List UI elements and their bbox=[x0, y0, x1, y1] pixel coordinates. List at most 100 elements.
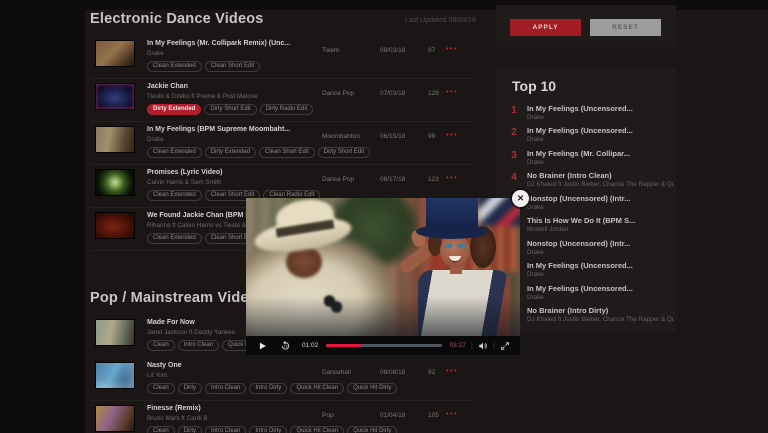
video-date: 06/17/18 bbox=[380, 176, 405, 183]
top10-video-artist: Drake bbox=[527, 136, 674, 143]
video-artist: Bruno Mars ft Cardi B bbox=[147, 415, 332, 422]
top10-item[interactable]: 1 In My Feelings (Uncensored... Drake bbox=[496, 104, 676, 126]
top10-video-title: In My Feelings (Uncensored... bbox=[527, 284, 674, 293]
video-title[interactable]: Nasty One bbox=[147, 362, 332, 369]
apply-button[interactable]: APPLY bbox=[510, 19, 581, 36]
video-date: 08/03/18 bbox=[380, 47, 405, 54]
version-pill[interactable]: Intro Clean bbox=[178, 340, 219, 351]
video-thumbnail[interactable] bbox=[95, 126, 135, 153]
last-updated-label: Last Updated 08/03/18 bbox=[405, 17, 476, 24]
top10-item[interactable]: 9 In My Feelings (Uncensored... Drake bbox=[496, 284, 676, 306]
section-title-pop: Pop / Mainstream Videos bbox=[90, 290, 266, 306]
top10-video-artist: Drake bbox=[527, 114, 674, 121]
video-thumbnail[interactable] bbox=[95, 319, 135, 346]
version-pill-selected[interactable]: Dirty Extended bbox=[147, 104, 201, 115]
top10-video-title: Nonstop (Uncensored) (Intr... bbox=[527, 239, 674, 248]
video-player-overlay: 10 01:02 03:27 | | ✕ bbox=[246, 198, 520, 355]
row-menu-button[interactable]: ••• bbox=[446, 175, 458, 182]
video-thumbnail[interactable] bbox=[95, 405, 135, 432]
video-row: In My Feelings (BPM Supreme Moombaht... … bbox=[90, 122, 472, 165]
video-row: Nasty One Lil' Kim Clean Dirty Intro Cle… bbox=[90, 358, 472, 401]
top10-item[interactable]: 10 No Brainer (Intro Dirty) DJ Khaled ft… bbox=[496, 306, 676, 328]
video-genre: Dance Pop bbox=[322, 90, 354, 97]
video-title[interactable]: Promises (Lyric Video) bbox=[147, 169, 332, 176]
top10-item[interactable]: 7 Nonstop (Uncensored) (Intr... Drake bbox=[496, 239, 676, 261]
progress-bar[interactable] bbox=[326, 344, 441, 347]
version-pill[interactable]: Dirty Short Edit bbox=[318, 147, 370, 158]
video-date: 06/15/18 bbox=[380, 133, 405, 140]
top10-video-artist: Drake bbox=[527, 204, 674, 211]
version-pill[interactable]: Intro Clean bbox=[205, 383, 246, 394]
video-artist: Calvin Harris & Sam Smith bbox=[147, 179, 332, 186]
video-count: 128 bbox=[428, 90, 439, 97]
video-thumbnail[interactable] bbox=[95, 362, 135, 389]
row-menu-button[interactable]: ••• bbox=[446, 411, 458, 418]
svg-text:10: 10 bbox=[284, 345, 288, 349]
version-pill[interactable]: Clean bbox=[147, 340, 175, 351]
version-pill[interactable]: Quick Hit Dirty bbox=[347, 426, 397, 433]
top10-heading: Top 10 bbox=[512, 78, 556, 94]
version-pill[interactable]: Dirty Extended bbox=[205, 147, 256, 158]
version-pill[interactable]: Intro Clean bbox=[205, 426, 246, 433]
version-pill[interactable]: Quick Hit Clean bbox=[290, 383, 344, 394]
top10-video-artist: DJ Khaled ft Justin Bieber, Chance The R… bbox=[527, 181, 674, 188]
version-pill[interactable]: Intro Dirty bbox=[249, 383, 287, 394]
top10-video-artist: Montell Jordan bbox=[527, 226, 674, 233]
video-thumbnail[interactable] bbox=[95, 40, 135, 67]
play-button[interactable] bbox=[258, 341, 267, 351]
video-genre: Moombahton bbox=[322, 133, 360, 140]
top10-video-title: No Brainer (Intro Clean) bbox=[527, 171, 674, 180]
video-artist: Lil' Kim bbox=[147, 372, 332, 379]
version-pill[interactable]: Quick Hit Clean bbox=[290, 426, 344, 433]
version-pill[interactable]: Dirty Short Edit bbox=[204, 104, 256, 115]
video-thumbnail[interactable] bbox=[95, 169, 135, 196]
fullscreen-icon[interactable] bbox=[500, 341, 510, 351]
video-artist: Drake bbox=[147, 50, 332, 57]
row-menu-button[interactable]: ••• bbox=[446, 89, 458, 96]
video-row: In My Feelings (Mr. Collipark Remix) (Un… bbox=[90, 36, 472, 79]
volume-icon[interactable] bbox=[478, 341, 488, 351]
version-pill[interactable]: Intro Dirty bbox=[249, 426, 287, 433]
top10-video-title: In My Feelings (Uncensored... bbox=[527, 126, 674, 135]
row-menu-button[interactable]: ••• bbox=[446, 368, 458, 375]
top10-item[interactable]: 3 In My Feelings (Mr. Collipar... Drake bbox=[496, 149, 676, 171]
version-pill[interactable]: Clean Short Edit bbox=[205, 61, 261, 72]
total-duration: 03:27 bbox=[450, 342, 466, 349]
version-pill[interactable]: Dirty Radio Edit bbox=[260, 104, 314, 115]
version-pill[interactable]: Clean bbox=[147, 383, 175, 394]
version-pill[interactable]: Quick Hit Dirty bbox=[347, 383, 397, 394]
version-pill[interactable]: Clean Short Edit bbox=[259, 147, 315, 158]
ground-shadow-art bbox=[246, 296, 520, 336]
janet-face-art bbox=[440, 234, 470, 268]
top10-item[interactable]: 8 In My Feelings (Uncensored... Drake bbox=[496, 261, 676, 283]
section-title-electronic: Electronic Dance Videos bbox=[90, 11, 264, 27]
video-thumbnail[interactable] bbox=[95, 212, 135, 239]
row-menu-button[interactable]: ••• bbox=[446, 132, 458, 139]
video-title[interactable]: In My Feelings (BPM Supreme Moombaht... bbox=[147, 126, 332, 133]
version-pill[interactable]: Clean Extended bbox=[147, 233, 202, 244]
version-pill[interactable]: Dirty bbox=[178, 426, 202, 433]
video-thumbnail[interactable] bbox=[95, 83, 135, 110]
close-player-button[interactable]: ✕ bbox=[512, 190, 529, 207]
version-pill[interactable]: Clean Extended bbox=[147, 190, 202, 201]
video-title[interactable]: In My Feelings (Mr. Collipark Remix) (Un… bbox=[147, 40, 332, 47]
version-pill[interactable]: Dirty bbox=[178, 383, 202, 394]
video-date: 07/03/18 bbox=[380, 90, 405, 97]
video-title[interactable]: Jackie Chan bbox=[147, 83, 332, 90]
video-genre: Pop bbox=[322, 412, 334, 419]
reset-button[interactable]: RESET bbox=[590, 19, 661, 36]
top10-item[interactable]: 6 This Is How We Do It (BPM S... Montell… bbox=[496, 216, 676, 238]
version-pill[interactable]: Clean Extended bbox=[147, 147, 202, 158]
video-frame[interactable] bbox=[246, 198, 520, 336]
janet-eyes-art bbox=[445, 244, 465, 248]
video-date: 08/08/18 bbox=[380, 369, 405, 376]
video-title[interactable]: Finesse (Remix) bbox=[147, 405, 332, 412]
row-menu-button[interactable]: ••• bbox=[446, 46, 458, 53]
version-pill[interactable]: Clean Extended bbox=[147, 61, 202, 72]
video-count: 99 bbox=[428, 133, 435, 140]
top10-video-artist: Drake bbox=[527, 249, 674, 256]
replay-10-icon[interactable]: 10 bbox=[280, 340, 291, 351]
version-pill[interactable]: Clean bbox=[147, 426, 175, 433]
video-count: 92 bbox=[428, 369, 435, 376]
top10-item[interactable]: 2 In My Feelings (Uncensored... Drake bbox=[496, 126, 676, 148]
